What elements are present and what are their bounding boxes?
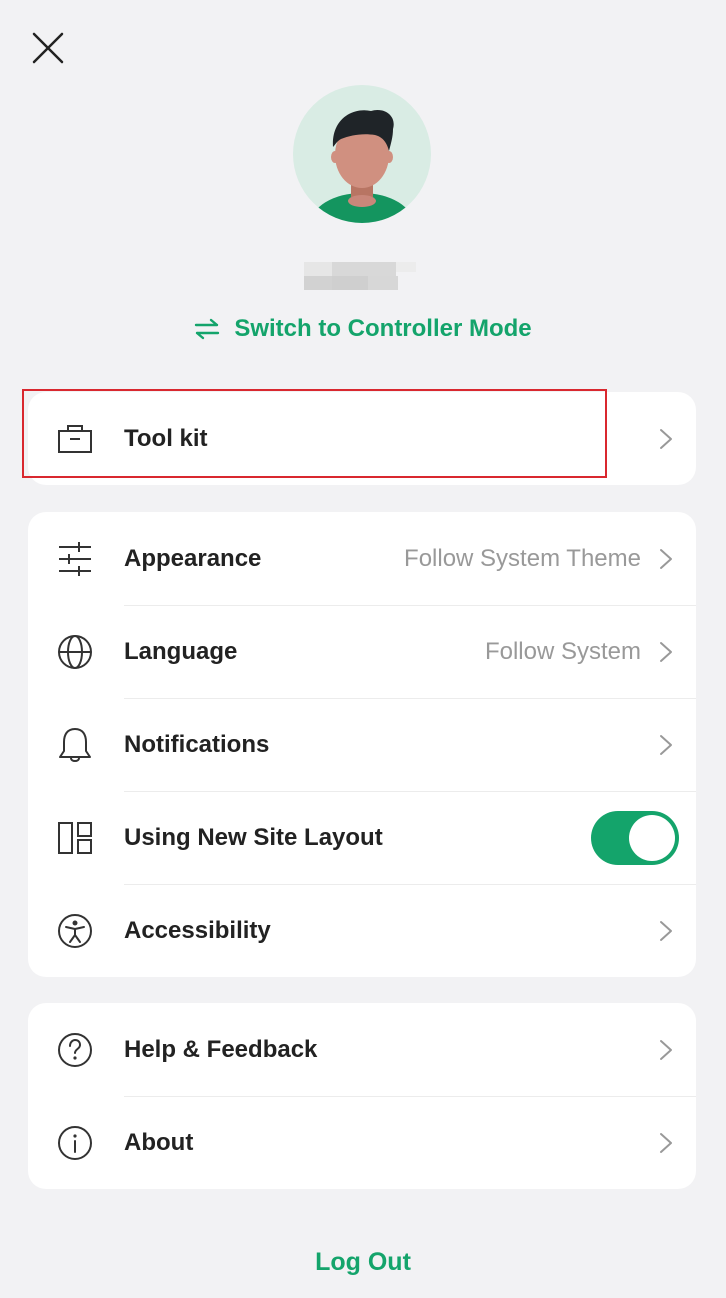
globe-icon xyxy=(56,633,94,671)
help-feedback-label: Help & Feedback xyxy=(124,1035,318,1063)
bell-icon xyxy=(56,726,94,764)
layout-icon xyxy=(56,819,94,857)
accessibility-label: Accessibility xyxy=(124,916,271,944)
new-site-layout-toggle[interactable] xyxy=(591,810,679,865)
logout-button[interactable]: Log Out xyxy=(0,1248,726,1277)
new-site-layout-label: Using New Site Layout xyxy=(124,823,383,851)
settings-card: Appearance Follow System Theme Language … xyxy=(28,512,696,977)
menu-item-help-feedback[interactable]: Help & Feedback xyxy=(28,1003,696,1096)
accessibility-icon xyxy=(56,912,94,950)
toolbox-icon xyxy=(56,420,94,458)
support-card: Help & Feedback About xyxy=(28,1003,696,1189)
appearance-value: Follow System Theme xyxy=(404,544,641,572)
switch-mode-label: Switch to Controller Mode xyxy=(234,315,532,342)
appearance-label: Appearance xyxy=(124,544,262,572)
close-icon xyxy=(32,32,64,64)
menu-item-accessibility[interactable]: Accessibility xyxy=(28,884,696,977)
question-circle-icon xyxy=(56,1031,94,1069)
swap-arrows-icon xyxy=(195,318,220,340)
chevron-right-icon xyxy=(660,920,672,941)
chevron-right-icon xyxy=(660,734,672,755)
menu-item-appearance[interactable]: Appearance Follow System Theme xyxy=(28,512,696,605)
chevron-right-icon xyxy=(660,548,672,569)
toolkit-card: Tool kit xyxy=(28,392,696,485)
language-label: Language xyxy=(124,637,238,665)
switch-mode-button[interactable]: Switch to Controller Mode xyxy=(0,310,726,348)
menu-item-tool-kit[interactable]: Tool kit xyxy=(28,392,696,485)
about-label: About xyxy=(124,1128,194,1156)
user-avatar-illustration xyxy=(310,109,414,223)
tool-kit-label: Tool kit xyxy=(124,424,208,452)
username-redacted xyxy=(304,262,416,290)
sliders-icon xyxy=(56,540,94,578)
chevron-right-icon xyxy=(660,1132,672,1153)
chevron-right-icon xyxy=(660,641,672,662)
menu-item-about[interactable]: About xyxy=(28,1096,696,1189)
language-value: Follow System xyxy=(484,637,641,665)
close-button[interactable] xyxy=(28,28,68,68)
avatar[interactable] xyxy=(293,85,431,223)
notifications-label: Notifications xyxy=(124,730,270,758)
menu-item-notifications[interactable]: Notifications xyxy=(28,698,696,791)
menu-item-new-site-layout: Using New Site Layout xyxy=(28,791,696,884)
toggle-knob xyxy=(629,814,675,861)
info-circle-icon xyxy=(56,1124,94,1162)
chevron-right-icon xyxy=(660,428,672,449)
menu-item-language[interactable]: Language Follow System xyxy=(28,605,696,698)
chevron-right-icon xyxy=(660,1039,672,1060)
